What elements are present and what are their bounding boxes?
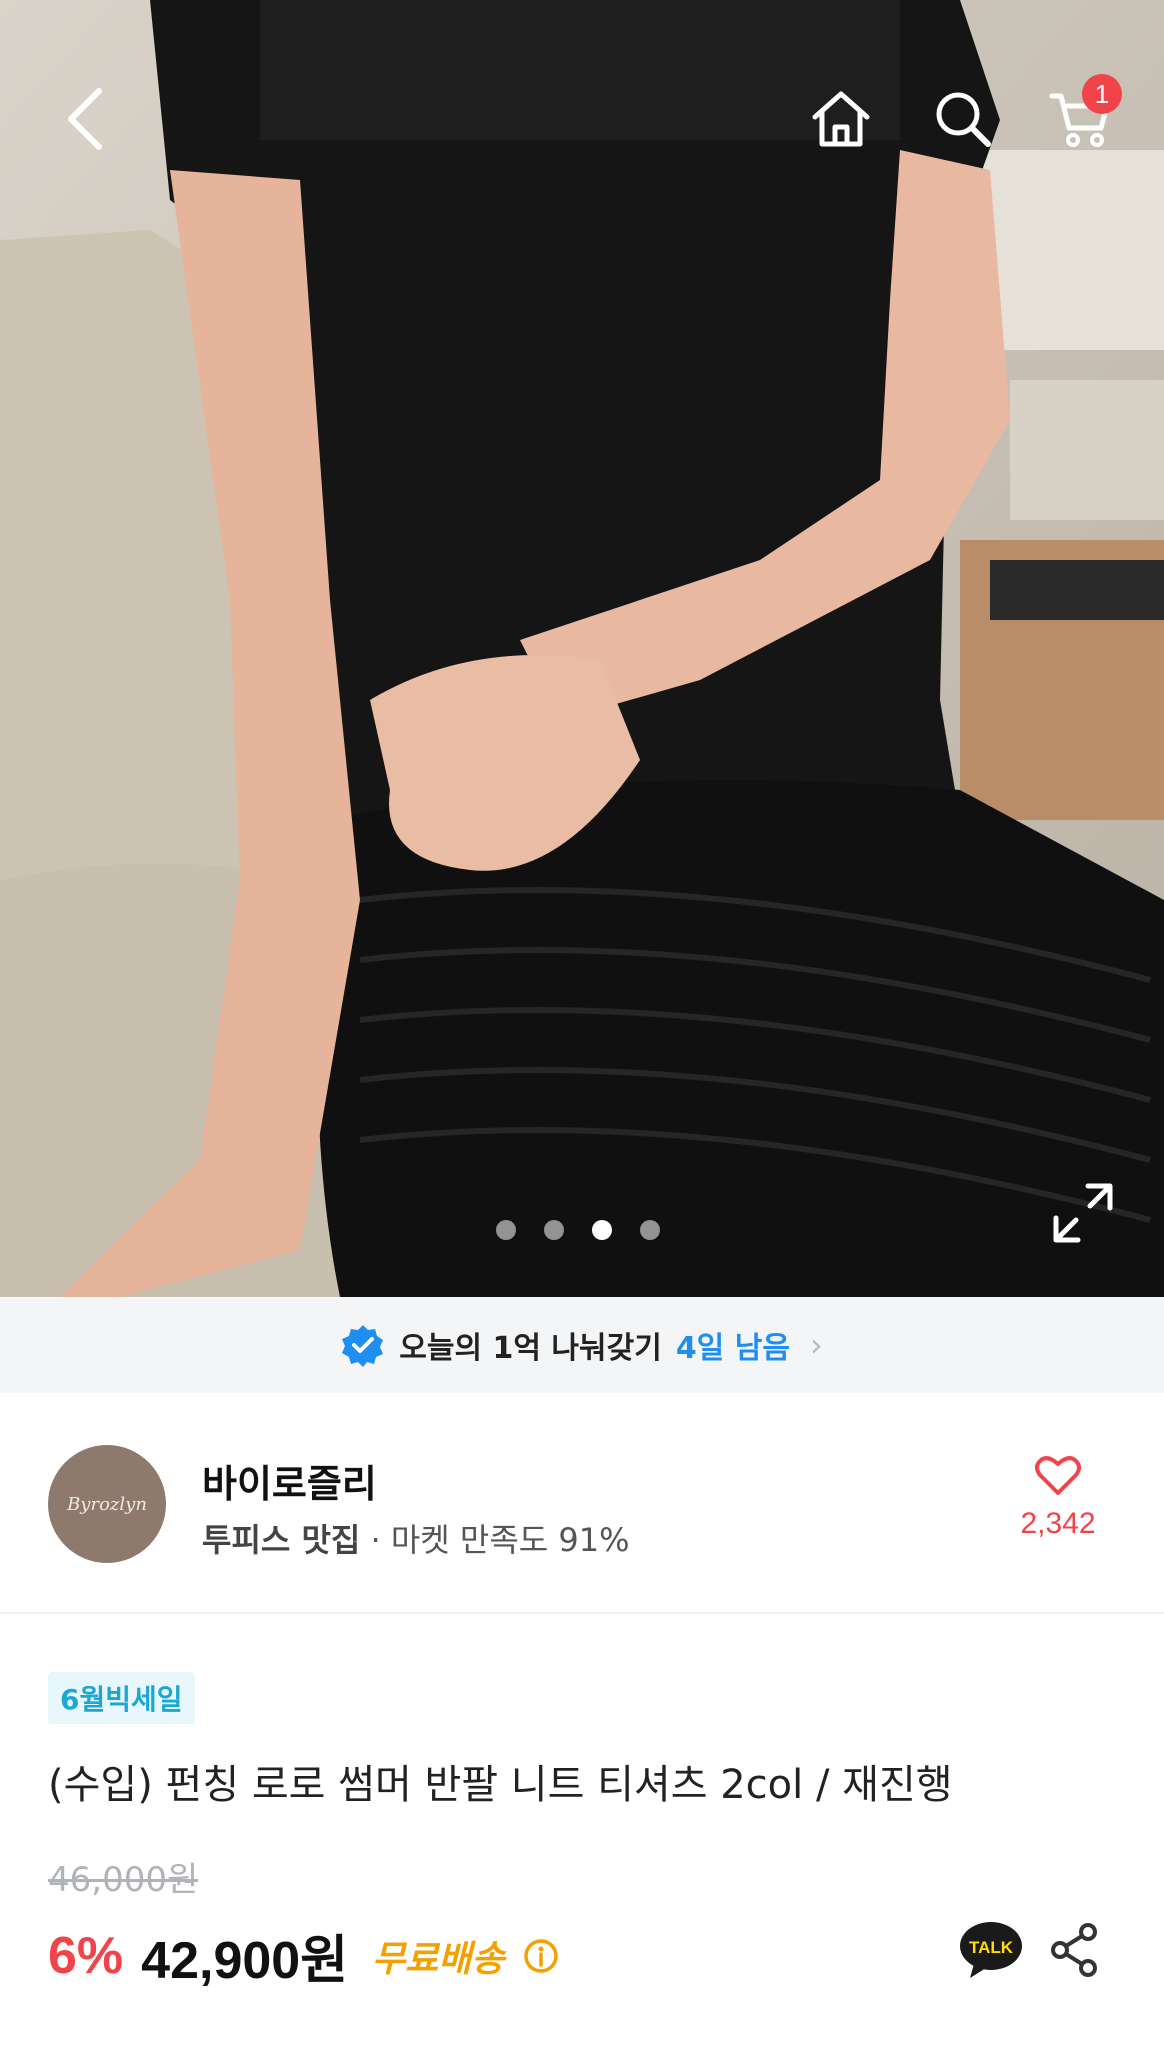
carousel-dot-active[interactable]	[592, 1220, 612, 1240]
shop-info: Byrozlyn 바이로즐리 투피스 맛집 · 마켓 만족도 91% 2,342	[0, 1393, 1164, 1613]
shop-name[interactable]: 바이로즐리	[202, 1453, 377, 1508]
product-image-carousel[interactable]: 1	[0, 0, 1164, 1297]
cart-button[interactable]: 1	[1036, 74, 1126, 164]
carousel-dot[interactable]	[640, 1220, 660, 1240]
product-title: (수입) 펀칭 로로 썸머 반팔 니트 티셔츠 2col / 재진행	[48, 1762, 953, 1808]
back-button[interactable]	[40, 74, 130, 164]
carousel-dots	[496, 1220, 660, 1240]
kakao-talk-icon[interactable]: TALK	[958, 1920, 1024, 1980]
back-icon	[68, 88, 102, 150]
event-text: 오늘의 1억 나눠갖기	[399, 1331, 662, 1366]
cart-count-badge: 1	[1082, 74, 1122, 114]
carousel-dot[interactable]	[544, 1220, 564, 1240]
carousel-dot[interactable]	[496, 1220, 516, 1240]
shop-meta: 투피스 맛집 · 마켓 만족도 91%	[202, 1515, 630, 1561]
shop-satisfaction: · 마켓 만족도 91%	[370, 1521, 630, 1559]
search-button[interactable]	[918, 74, 1008, 164]
discount-rate: 6%	[48, 1926, 124, 1985]
section-divider	[0, 1612, 1164, 1614]
shop-logo-text: Byrozlyn	[67, 1493, 147, 1515]
like-button[interactable]: 2,342	[998, 1453, 1118, 1541]
search-icon	[936, 92, 991, 147]
free-shipping-label: 무료배송	[372, 1938, 505, 1980]
like-count: 2,342	[1020, 1507, 1096, 1540]
home-icon	[812, 91, 870, 147]
heart-icon	[1035, 1456, 1081, 1495]
shop-logo[interactable]: Byrozlyn	[48, 1445, 166, 1563]
shop-category: 투피스 맛집	[202, 1521, 361, 1559]
expand-icon[interactable]	[1050, 1180, 1116, 1246]
event-banner[interactable]: 오늘의 1억 나눠갖기 4일 남음 ›	[0, 1297, 1164, 1393]
svg-text:TALK: TALK	[969, 1938, 1014, 1957]
original-price: 46,000원	[48, 1860, 199, 1900]
share-icon[interactable]	[1050, 1920, 1098, 1980]
price-row: 6% 42,900원 무료배송	[48, 1918, 559, 1993]
info-icon[interactable]	[523, 1938, 559, 1974]
sale-price: 42,900원	[141, 1932, 349, 1990]
chevron-right-icon: ›	[809, 1326, 823, 1364]
event-days-left: 4일 남음	[675, 1331, 790, 1366]
verified-badge-icon	[342, 1325, 384, 1367]
home-button[interactable]	[796, 74, 886, 164]
sale-tag: 6월빅세일	[48, 1672, 195, 1724]
product-photo	[0, 0, 1164, 1297]
